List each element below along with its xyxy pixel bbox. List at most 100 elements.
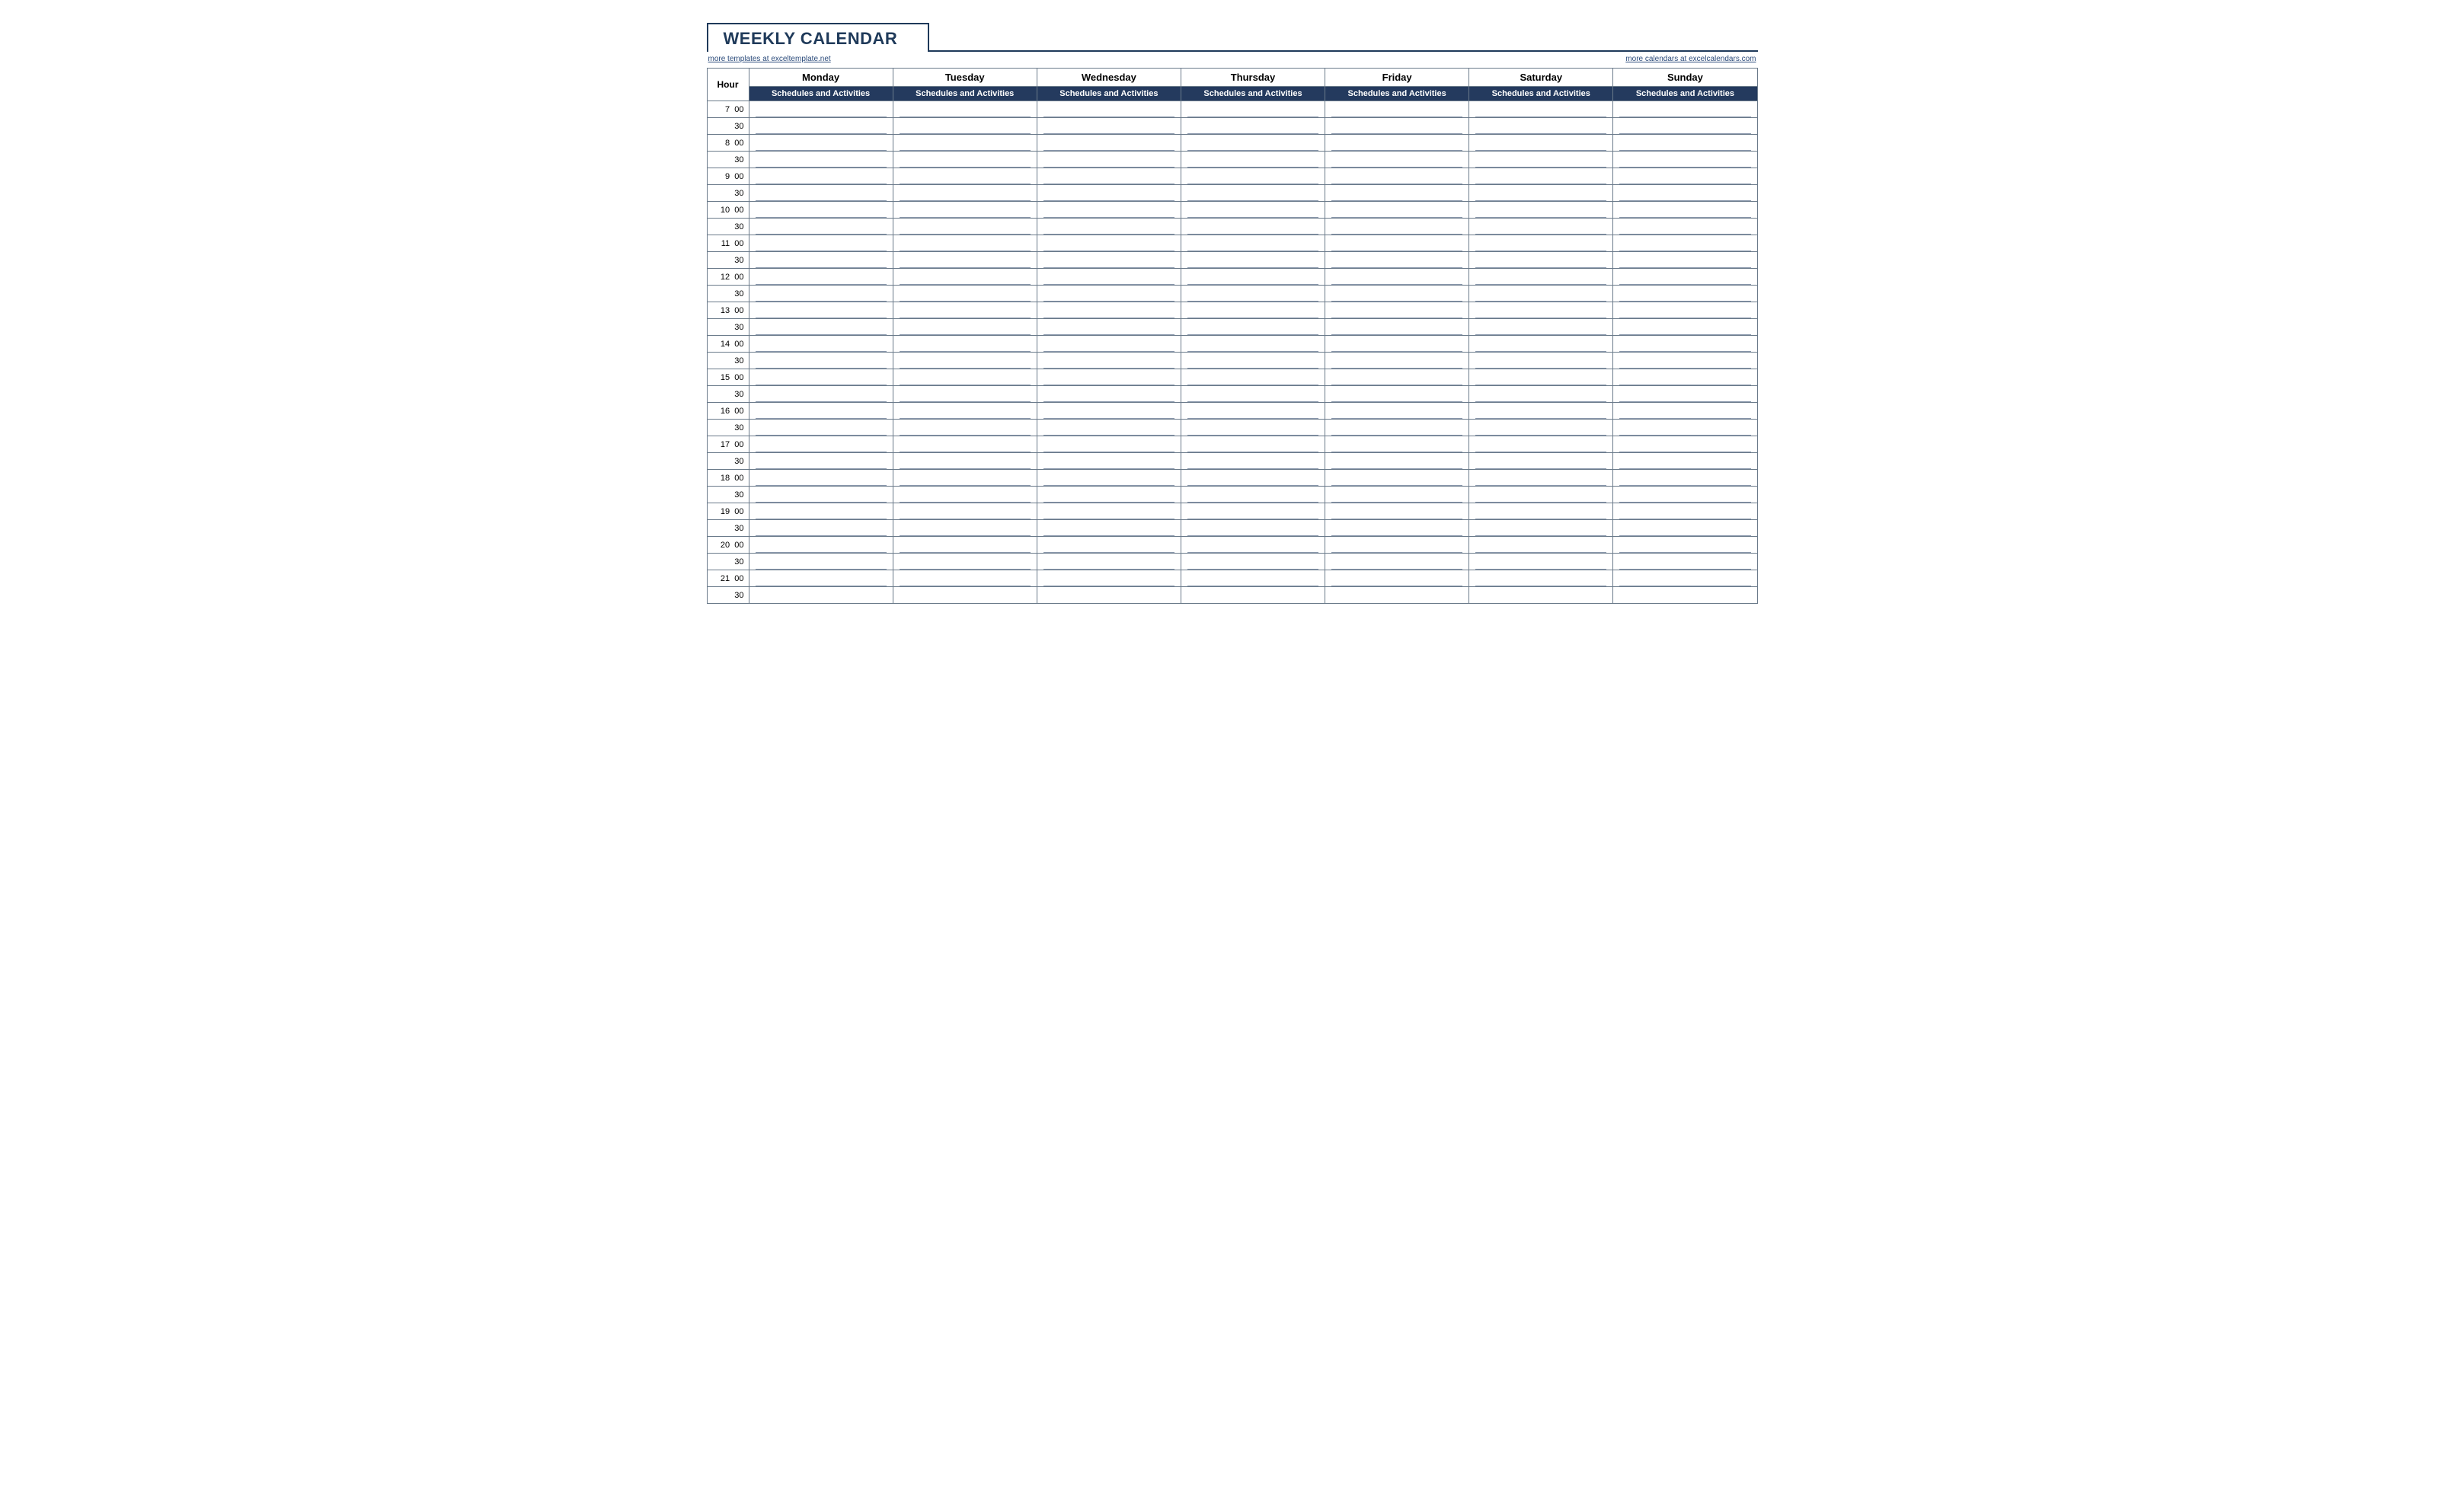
- schedule-cell[interactable]: [1037, 168, 1181, 185]
- schedule-cell[interactable]: [1037, 520, 1181, 537]
- schedule-cell[interactable]: [1181, 336, 1325, 353]
- schedule-cell[interactable]: [1325, 118, 1469, 135]
- schedule-cell[interactable]: [1613, 319, 1757, 336]
- schedule-cell[interactable]: [1181, 487, 1325, 503]
- schedule-cell[interactable]: [1037, 403, 1181, 420]
- schedule-cell[interactable]: [1181, 369, 1325, 386]
- schedule-cell[interactable]: [1181, 386, 1325, 403]
- schedule-cell[interactable]: [1469, 286, 1613, 302]
- schedule-cell[interactable]: [1613, 587, 1757, 604]
- schedule-cell[interactable]: [1469, 269, 1613, 286]
- schedule-cell[interactable]: [749, 436, 893, 453]
- schedule-cell[interactable]: [749, 403, 893, 420]
- schedule-cell[interactable]: [1613, 520, 1757, 537]
- schedule-cell[interactable]: [1037, 202, 1181, 219]
- schedule-cell[interactable]: [1613, 554, 1757, 570]
- schedule-cell[interactable]: [893, 503, 1037, 520]
- schedule-cell[interactable]: [1469, 353, 1613, 369]
- schedule-cell[interactable]: [1613, 135, 1757, 152]
- schedule-cell[interactable]: [1325, 185, 1469, 202]
- schedule-cell[interactable]: [749, 554, 893, 570]
- schedule-cell[interactable]: [749, 470, 893, 487]
- schedule-cell[interactable]: [1469, 570, 1613, 587]
- schedule-cell[interactable]: [749, 570, 893, 587]
- schedule-cell[interactable]: [893, 453, 1037, 470]
- schedule-cell[interactable]: [1037, 152, 1181, 168]
- schedule-cell[interactable]: [1325, 152, 1469, 168]
- schedule-cell[interactable]: [1469, 152, 1613, 168]
- schedule-cell[interactable]: [893, 353, 1037, 369]
- schedule-cell[interactable]: [1325, 336, 1469, 353]
- schedule-cell[interactable]: [1181, 353, 1325, 369]
- schedule-cell[interactable]: [1469, 202, 1613, 219]
- schedule-cell[interactable]: [893, 570, 1037, 587]
- schedule-cell[interactable]: [1469, 319, 1613, 336]
- schedule-cell[interactable]: [749, 587, 893, 604]
- schedule-cell[interactable]: [1037, 470, 1181, 487]
- schedule-cell[interactable]: [1181, 420, 1325, 436]
- schedule-cell[interactable]: [893, 152, 1037, 168]
- schedule-cell[interactable]: [749, 135, 893, 152]
- calendars-link[interactable]: more calendars at excelcalendars.com: [1625, 55, 1756, 63]
- schedule-cell[interactable]: [1613, 570, 1757, 587]
- schedule-cell[interactable]: [749, 537, 893, 554]
- schedule-cell[interactable]: [1181, 168, 1325, 185]
- schedule-cell[interactable]: [1037, 420, 1181, 436]
- schedule-cell[interactable]: [1325, 570, 1469, 587]
- schedule-cell[interactable]: [893, 219, 1037, 235]
- schedule-cell[interactable]: [1037, 503, 1181, 520]
- schedule-cell[interactable]: [1613, 185, 1757, 202]
- schedule-cell[interactable]: [1469, 503, 1613, 520]
- schedule-cell[interactable]: [1613, 202, 1757, 219]
- schedule-cell[interactable]: [1037, 336, 1181, 353]
- templates-link[interactable]: more templates at exceltemplate.net: [708, 55, 831, 63]
- schedule-cell[interactable]: [893, 420, 1037, 436]
- schedule-cell[interactable]: [749, 286, 893, 302]
- schedule-cell[interactable]: [1469, 369, 1613, 386]
- schedule-cell[interactable]: [1469, 520, 1613, 537]
- schedule-cell[interactable]: [1325, 168, 1469, 185]
- schedule-cell[interactable]: [1613, 269, 1757, 286]
- schedule-cell[interactable]: [1037, 219, 1181, 235]
- schedule-cell[interactable]: [1469, 302, 1613, 319]
- schedule-cell[interactable]: [893, 118, 1037, 135]
- schedule-cell[interactable]: [1469, 252, 1613, 269]
- schedule-cell[interactable]: [1181, 470, 1325, 487]
- schedule-cell[interactable]: [1469, 185, 1613, 202]
- schedule-cell[interactable]: [1325, 235, 1469, 252]
- schedule-cell[interactable]: [749, 202, 893, 219]
- schedule-cell[interactable]: [1613, 336, 1757, 353]
- schedule-cell[interactable]: [893, 520, 1037, 537]
- schedule-cell[interactable]: [1325, 286, 1469, 302]
- schedule-cell[interactable]: [893, 587, 1037, 604]
- schedule-cell[interactable]: [893, 185, 1037, 202]
- schedule-cell[interactable]: [893, 101, 1037, 118]
- schedule-cell[interactable]: [1181, 202, 1325, 219]
- schedule-cell[interactable]: [1325, 386, 1469, 403]
- schedule-cell[interactable]: [1469, 135, 1613, 152]
- schedule-cell[interactable]: [749, 386, 893, 403]
- schedule-cell[interactable]: [893, 403, 1037, 420]
- schedule-cell[interactable]: [1325, 219, 1469, 235]
- schedule-cell[interactable]: [1325, 487, 1469, 503]
- schedule-cell[interactable]: [1469, 118, 1613, 135]
- schedule-cell[interactable]: [749, 353, 893, 369]
- schedule-cell[interactable]: [1325, 503, 1469, 520]
- schedule-cell[interactable]: [1613, 487, 1757, 503]
- schedule-cell[interactable]: [1613, 436, 1757, 453]
- schedule-cell[interactable]: [1181, 436, 1325, 453]
- schedule-cell[interactable]: [749, 453, 893, 470]
- schedule-cell[interactable]: [1181, 520, 1325, 537]
- schedule-cell[interactable]: [1181, 185, 1325, 202]
- schedule-cell[interactable]: [1469, 386, 1613, 403]
- schedule-cell[interactable]: [1181, 269, 1325, 286]
- schedule-cell[interactable]: [1325, 269, 1469, 286]
- schedule-cell[interactable]: [1037, 436, 1181, 453]
- schedule-cell[interactable]: [1181, 587, 1325, 604]
- schedule-cell[interactable]: [893, 336, 1037, 353]
- schedule-cell[interactable]: [749, 487, 893, 503]
- schedule-cell[interactable]: [749, 235, 893, 252]
- schedule-cell[interactable]: [1181, 503, 1325, 520]
- schedule-cell[interactable]: [1037, 286, 1181, 302]
- schedule-cell[interactable]: [1037, 587, 1181, 604]
